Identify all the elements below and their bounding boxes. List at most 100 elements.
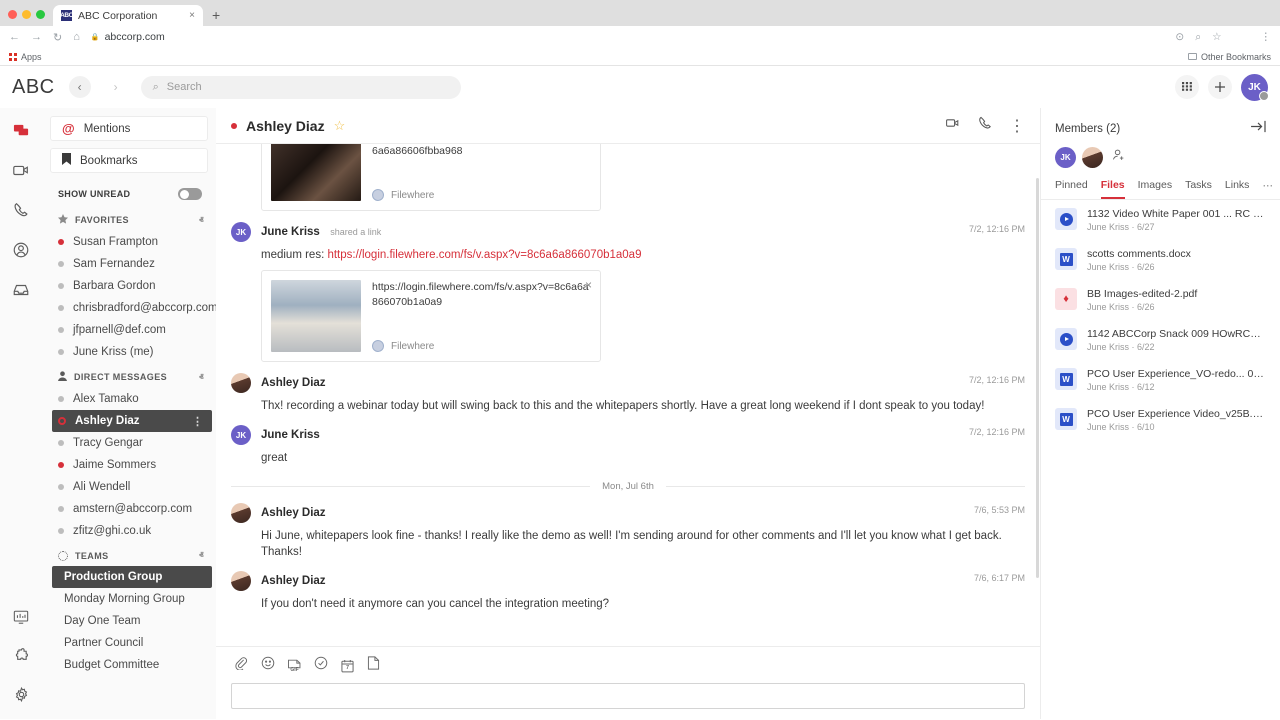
dm-item-jaime-sommers[interactable]: Jaime Sommers [42,454,216,476]
message-input[interactable] [231,683,1025,709]
address-bar[interactable]: 🔒 abccorp.com [91,31,1165,43]
chevron-up-icon[interactable]: ⱏ [199,550,204,561]
dm-overflow-icon[interactable]: ⋮ [192,415,203,428]
file-item[interactable]: W PCO User Experience_VO-redo... 020.doc… [1041,360,1280,400]
message-list[interactable]: https://login.filesanywhere.com/fs/v.asp… [216,144,1040,646]
tab-images[interactable]: Images [1138,179,1172,199]
member-avatar-jk[interactable]: JK [1055,147,1076,168]
team-item-partner-council[interactable]: Partner Council [42,632,216,654]
direct-messages-header[interactable]: DIRECT MESSAGES ⱏ [42,363,216,388]
video-call-icon[interactable] [945,115,961,136]
link-preview-card[interactable]: https://login.filewhere.com/fs/v.aspx?v=… [261,270,601,363]
favorite-item[interactable]: Barbara Gordon [42,275,216,297]
app-forward-button[interactable]: › [105,76,127,98]
team-item-monday-morning-group[interactable]: Monday Morning Group [42,588,216,610]
analytics-icon[interactable] [13,609,29,625]
dm-item-amstern[interactable]: amstern@abccorp.com [42,498,216,520]
user-avatar[interactable]: JK [1241,73,1269,101]
pdf-file-icon: ♦ [1055,288,1077,310]
dm-item-ashley-diaz[interactable]: Ashley Diaz ⋮ [52,410,212,432]
calendar-icon[interactable]: 7 [341,659,354,673]
search-page-icon[interactable]: ⌕ [1195,31,1201,44]
file-item[interactable]: W scotts comments.docx June Kriss · 6/26 [1041,240,1280,280]
tab-links[interactable]: Links [1225,179,1250,199]
close-icon[interactable]: × [585,278,592,292]
message-scrollbar[interactable] [1036,178,1039,578]
link-preview-card[interactable]: https://login.filesanywhere.com/fs/v.asp… [261,144,601,211]
contacts-icon[interactable] [12,241,30,259]
phone-icon[interactable] [12,201,30,219]
forward-icon[interactable]: → [31,31,42,43]
dm-item-tracy-gengar[interactable]: Tracy Gengar [42,432,216,454]
dialpad-button[interactable] [1175,75,1199,99]
home-icon[interactable]: ⌂ [73,31,80,43]
favorite-item[interactable]: Susan Frampton [42,231,216,253]
chat-overflow-icon[interactable]: ⋮ [1009,116,1025,136]
message-link[interactable]: https://login.filewhere.com/fs/v.aspx?v=… [327,249,641,261]
collapse-panel-icon[interactable] [1251,120,1266,138]
member-avatar-ashley[interactable] [1082,147,1103,168]
add-person-icon[interactable] [1112,148,1126,167]
team-item-day-one-team[interactable]: Day One Team [42,610,216,632]
file-item[interactable]: 1142 ABCCorp Snack 009 HOwRC1.mp4 June K… [1041,320,1280,360]
close-window-button[interactable] [8,10,17,19]
tabs-overflow-icon[interactable]: ⋯ [1262,180,1272,198]
team-item-budget-committee[interactable]: Budget Committee [42,654,216,676]
tab-pinned[interactable]: Pinned [1055,179,1088,199]
bookmark-star-icon[interactable]: ☆ [1212,31,1221,43]
dm-item-alex-tamako[interactable]: Alex Tamako [42,388,216,410]
maximize-window-button[interactable] [36,10,45,19]
show-unread-toggle[interactable] [178,188,202,200]
minimize-window-button[interactable] [22,10,31,19]
file-item[interactable]: 1132 Video White Paper 001 ... RC 2.mp4 … [1041,200,1280,240]
document-icon[interactable] [367,656,380,675]
video-icon[interactable] [12,161,30,179]
browser-menu-icon[interactable]: ⋮ [1261,31,1272,43]
chat-icon[interactable] [13,122,30,139]
new-tab-icon[interactable]: + [203,7,229,26]
favorite-item[interactable]: Sam Fernandez [42,253,216,275]
apps-bookmark[interactable]: Apps [9,52,42,62]
file-item[interactable]: ♦ BB Images-edited-2.pdf June Kriss · 6/… [1041,280,1280,320]
favorite-star-icon[interactable]: ☆ [334,118,346,134]
favorite-item[interactable]: jfparnell@def.com [42,319,216,341]
gif-icon[interactable]: GIF [288,659,301,673]
tab-tasks[interactable]: Tasks [1185,179,1212,199]
bookmarks-button[interactable]: Bookmarks [50,148,208,173]
window-controls[interactable] [0,10,53,26]
mentions-button[interactable]: @ Mentions [50,116,208,141]
zoom-icon[interactable]: ⊙ [1175,31,1184,43]
message-item: JK June Kriss shared a link medium res: … [231,213,1025,364]
emoji-icon[interactable] [261,656,275,675]
tab-files[interactable]: Files [1100,179,1125,199]
apps-icon[interactable] [13,647,30,664]
teams-header[interactable]: TEAMS ⱏ [42,542,216,566]
team-item-production-group[interactable]: Production Group [52,566,212,588]
app-back-button[interactable]: ‹ [68,76,91,98]
message-body: June Kriss great [261,425,1025,466]
file-meta: June Kriss · 6/26 [1087,262,1155,272]
message-item: Ashley Diaz Hi June, whitepapers look fi… [231,494,1025,562]
file-meta: June Kriss · 6/26 [1087,302,1155,312]
browser-tab[interactable]: ABC ABC Corporation × [53,5,203,26]
audio-call-icon[interactable] [977,115,993,136]
add-button[interactable] [1208,75,1232,99]
back-icon[interactable]: ← [9,31,20,43]
favorites-header[interactable]: FAVORITES ⱏ [42,206,216,231]
other-bookmarks[interactable]: Other Bookmarks [1187,52,1271,62]
settings-icon[interactable] [13,686,30,703]
task-icon[interactable] [314,656,328,675]
favorite-item[interactable]: June Kriss (me) [42,341,216,363]
dm-name: Ashley Diaz [75,415,140,427]
reload-icon[interactable]: ↻ [53,31,62,44]
chevron-up-icon[interactable]: ⱏ [199,372,204,383]
chevron-up-icon[interactable]: ⱏ [199,215,204,226]
dm-item-ali-wendell[interactable]: Ali Wendell [42,476,216,498]
search-input[interactable]: ⌕ Search [140,75,461,99]
favorite-item[interactable]: chrisbradford@abccorp.com [42,297,216,319]
file-item[interactable]: W PCO User Experience Video_v25B.docx Ju… [1041,400,1280,440]
attach-icon[interactable] [234,656,248,675]
dm-item-zfitz[interactable]: zfitz@ghi.co.uk [42,520,216,542]
inbox-icon[interactable] [12,281,30,299]
close-tab-icon[interactable]: × [189,10,195,21]
